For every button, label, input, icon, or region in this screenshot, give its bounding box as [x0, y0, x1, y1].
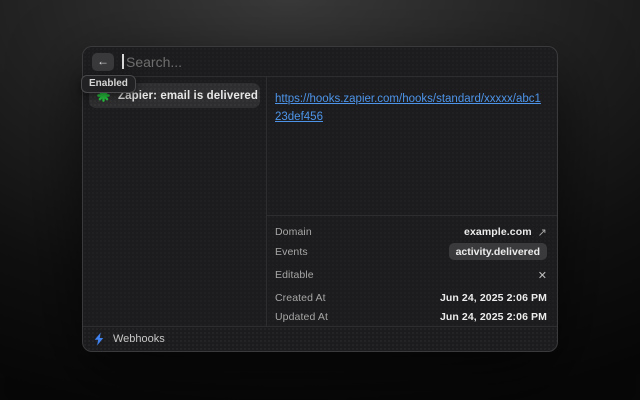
- field-label: Updated At: [275, 311, 328, 323]
- domain-text: example.com: [464, 226, 532, 238]
- footer-bar: Webhooks: [83, 326, 557, 351]
- detail-row-events: Events activity.delivered: [275, 243, 547, 260]
- field-label: Editable: [275, 269, 314, 281]
- created-at-value: Jun 24, 2025 2:06 PM: [440, 292, 547, 304]
- search-field: [122, 47, 548, 76]
- webhook-url-link[interactable]: https://hooks.zapier.com/hooks/standard/…: [275, 93, 541, 123]
- enabled-tooltip: Enabled: [81, 75, 136, 93]
- window-body: Zapier: email is delivered https://hooks…: [83, 77, 557, 326]
- field-label: Domain: [275, 226, 312, 238]
- detail-panel: https://hooks.zapier.com/hooks/standard/…: [267, 77, 557, 326]
- domain-value: example.com ↗: [464, 226, 547, 239]
- event-badge: activity.delivered: [449, 243, 547, 260]
- enabled-tooltip-label: Enabled: [89, 78, 128, 89]
- search-bar: ←: [83, 47, 557, 77]
- field-label: Created At: [275, 292, 326, 304]
- arrow-left-icon: ←: [97, 53, 109, 70]
- cross-icon: ✕: [538, 269, 547, 282]
- detail-row-editable: Editable ✕: [275, 267, 547, 283]
- external-link-icon[interactable]: ↗: [538, 226, 547, 239]
- metadata-section: Domain example.com ↗ Events activity.del…: [267, 216, 557, 328]
- search-input[interactable]: [122, 54, 548, 70]
- footer-extension-name: Webhooks: [113, 333, 165, 345]
- webhook-url-area: https://hooks.zapier.com/hooks/standard/…: [267, 77, 557, 216]
- command-palette-window: Enabled ← Z: [82, 46, 558, 352]
- list-item-label: Zapier: email is delivered: [118, 90, 258, 102]
- back-button[interactable]: ←: [92, 53, 114, 71]
- text-caret: [122, 54, 124, 69]
- detail-row-updated-at: Updated At Jun 24, 2025 2:06 PM: [275, 309, 547, 325]
- updated-at-value: Jun 24, 2025 2:06 PM: [440, 311, 547, 323]
- results-list: Zapier: email is delivered: [83, 77, 267, 326]
- detail-row-domain: Domain example.com ↗: [275, 224, 547, 240]
- detail-row-created-at: Created At Jun 24, 2025 2:06 PM: [275, 290, 547, 306]
- desktop-background: { "colors": { "accent_green": "#27c840",…: [0, 0, 640, 400]
- zap-bolt-icon: [93, 332, 105, 346]
- field-label: Events: [275, 246, 308, 258]
